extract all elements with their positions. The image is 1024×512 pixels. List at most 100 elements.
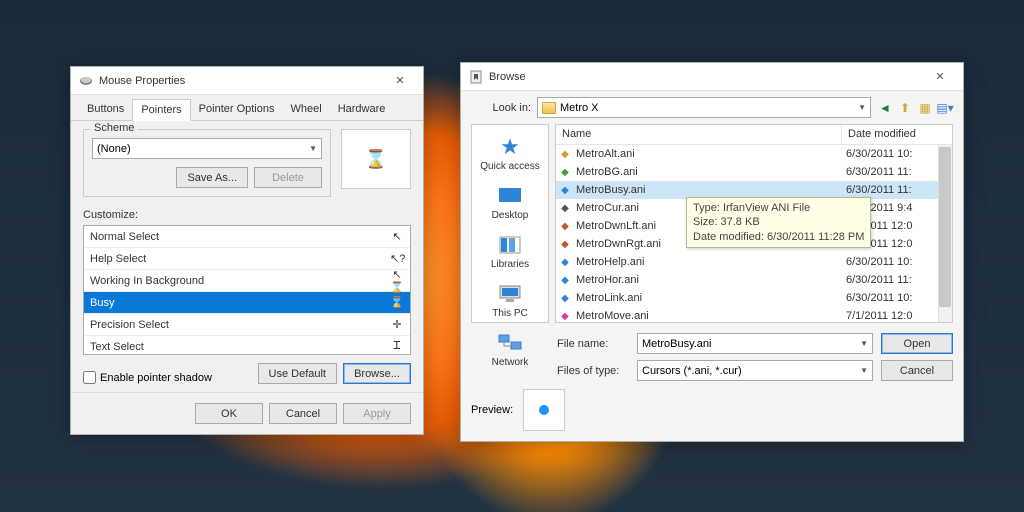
scheme-combo[interactable]: (None) ▼	[92, 138, 322, 159]
file-type-label: Files of type:	[557, 365, 629, 377]
chevron-down-icon: ▼	[860, 366, 868, 375]
ani-file-icon: ◆	[556, 275, 574, 286]
list-item: Help Select↖?	[84, 248, 410, 270]
scheme-label: Scheme	[90, 122, 138, 134]
file-date: 6/30/2011 11:	[842, 184, 952, 196]
place-quick-access[interactable]: ★ Quick access	[472, 131, 548, 176]
ani-file-icon: ◆	[556, 203, 574, 214]
list-item: Text SelectᏆ	[84, 336, 410, 355]
file-name: MetroAlt.ani	[574, 148, 842, 160]
mouse-props-titlebar[interactable]: Mouse Properties ✕	[71, 67, 423, 95]
file-name: MetroBusy.ani	[574, 184, 842, 196]
places-bar: ★ Quick access Desktop Libraries This PC	[471, 124, 549, 323]
place-libraries[interactable]: Libraries	[472, 229, 548, 274]
file-row[interactable]: ◆MetroMove.ani7/1/2011 12:0	[556, 307, 952, 322]
col-date[interactable]: Date modified	[842, 125, 952, 144]
hourglass-icon: ⌛	[365, 149, 387, 170]
busy-bg-icon: ↖⌛	[390, 268, 404, 294]
tab-wheel[interactable]: Wheel	[283, 99, 330, 120]
save-as-button[interactable]: Save As...	[176, 167, 248, 188]
star-icon: ★	[496, 135, 524, 159]
browse-dialog: Browse ✕ Look in: Metro X ▼ ◄ ⬆ ▦ ▤▾ ★ Q…	[460, 62, 964, 442]
file-row[interactable]: ◆MetroBG.ani6/30/2011 11:	[556, 163, 952, 181]
apply-button[interactable]: Apply	[343, 403, 411, 424]
close-button[interactable]: ✕	[925, 67, 955, 87]
crosshair-icon: ✛	[390, 318, 404, 331]
cancel-button[interactable]: Cancel	[881, 360, 953, 381]
col-name[interactable]: Name	[556, 125, 842, 144]
help-icon: ↖?	[390, 252, 404, 265]
tab-hardware[interactable]: Hardware	[330, 99, 394, 120]
file-row[interactable]: ◆MetroLink.ani6/30/2011 10:	[556, 289, 952, 307]
browse-title: Browse	[489, 71, 925, 83]
file-name-label: File name:	[557, 338, 629, 350]
ani-file-icon: ◆	[556, 239, 574, 250]
place-desktop[interactable]: Desktop	[472, 180, 548, 225]
pointer-preview: ⌛	[341, 129, 411, 189]
list-item: Precision Select✛	[84, 314, 410, 336]
file-row[interactable]: ◆MetroHelp.ani6/30/2011 10:	[556, 253, 952, 271]
ibeam-icon: Ꮖ	[390, 340, 404, 353]
tab-pointers[interactable]: Pointers	[132, 99, 190, 121]
file-list-area: Name Date modified ◆MetroAlt.ani6/30/201…	[555, 124, 953, 323]
file-name: MetroBG.ani	[574, 166, 842, 178]
close-button[interactable]: ✕	[385, 71, 415, 91]
shadow-check[interactable]	[83, 371, 96, 384]
customize-label: Customize:	[83, 209, 411, 221]
file-date: 6/30/2011 11:	[842, 166, 952, 178]
chevron-down-icon: ▼	[309, 144, 317, 153]
tab-buttons[interactable]: Buttons	[79, 99, 132, 120]
libraries-icon	[496, 233, 524, 257]
file-date: 6/30/2011 10:	[842, 256, 952, 268]
file-date: 6/30/2011 10:	[842, 148, 952, 160]
pc-icon	[496, 282, 524, 306]
file-name: MetroMove.ani	[574, 310, 842, 322]
file-type-combo[interactable]: Cursors (*.ani, *.cur)▼	[637, 360, 873, 381]
file-name: MetroHelp.ani	[574, 256, 842, 268]
ok-button[interactable]: OK	[195, 403, 263, 424]
ani-file-icon: ◆	[556, 185, 574, 196]
mouse-properties-window: Mouse Properties ✕ Buttons Pointers Poin…	[70, 66, 424, 435]
up-icon[interactable]: ⬆	[897, 100, 913, 116]
scheme-group: Scheme (None) ▼ Save As... Delete	[83, 129, 331, 197]
new-folder-icon[interactable]: ▦	[917, 100, 933, 116]
ani-file-icon: ◆	[556, 311, 574, 322]
file-row[interactable]: ◆MetroHor.ani6/30/2011 11:	[556, 271, 952, 289]
file-row[interactable]: ◆MetroAlt.ani6/30/2011 10:	[556, 145, 952, 163]
scrollbar[interactable]	[938, 145, 952, 322]
ani-file-icon: ◆	[556, 257, 574, 268]
place-this-pc[interactable]: This PC	[472, 278, 548, 323]
look-in-label: Look in:	[471, 102, 531, 114]
browse-button[interactable]: Browse...	[343, 363, 411, 384]
mouse-props-tabs: Buttons Pointers Pointer Options Wheel H…	[71, 95, 423, 121]
list-item: Working In Background↖⌛	[84, 270, 410, 292]
busy-cursor-icon	[539, 405, 549, 415]
file-date: 7/1/2011 12:0	[842, 310, 952, 322]
file-name: MetroLink.ani	[574, 292, 842, 304]
browse-titlebar[interactable]: Browse ✕	[461, 63, 963, 91]
list-item-selected: Busy⌛	[84, 292, 410, 314]
back-icon[interactable]: ◄	[877, 100, 893, 116]
mouse-icon	[79, 74, 93, 88]
folder-icon	[542, 102, 556, 114]
look-in-combo[interactable]: Metro X ▼	[537, 97, 871, 118]
delete-button[interactable]: Delete	[254, 167, 322, 188]
ani-file-icon: ◆	[556, 167, 574, 178]
list-item: Normal Select↖	[84, 226, 410, 248]
pointer-listbox[interactable]: Normal Select↖ Help Select↖? Working In …	[83, 225, 411, 355]
hourglass-icon: ⌛	[390, 296, 404, 309]
cancel-button[interactable]: Cancel	[269, 403, 337, 424]
use-default-button[interactable]: Use Default	[258, 363, 337, 384]
arrow-icon: ↖	[390, 230, 404, 243]
mouse-props-title: Mouse Properties	[99, 75, 385, 87]
enable-shadow-checkbox[interactable]: Enable pointer shadow	[83, 371, 212, 384]
cursor-file-icon	[469, 70, 483, 84]
views-icon[interactable]: ▤▾	[937, 100, 953, 116]
scroll-thumb[interactable]	[939, 147, 951, 307]
file-name: MetroHor.ani	[574, 274, 842, 286]
desktop-icon	[496, 184, 524, 208]
open-button[interactable]: Open	[881, 333, 953, 354]
tab-pointer-options[interactable]: Pointer Options	[191, 99, 283, 120]
file-name-input[interactable]: MetroBusy.ani▼	[637, 333, 873, 354]
ani-file-icon: ◆	[556, 221, 574, 232]
